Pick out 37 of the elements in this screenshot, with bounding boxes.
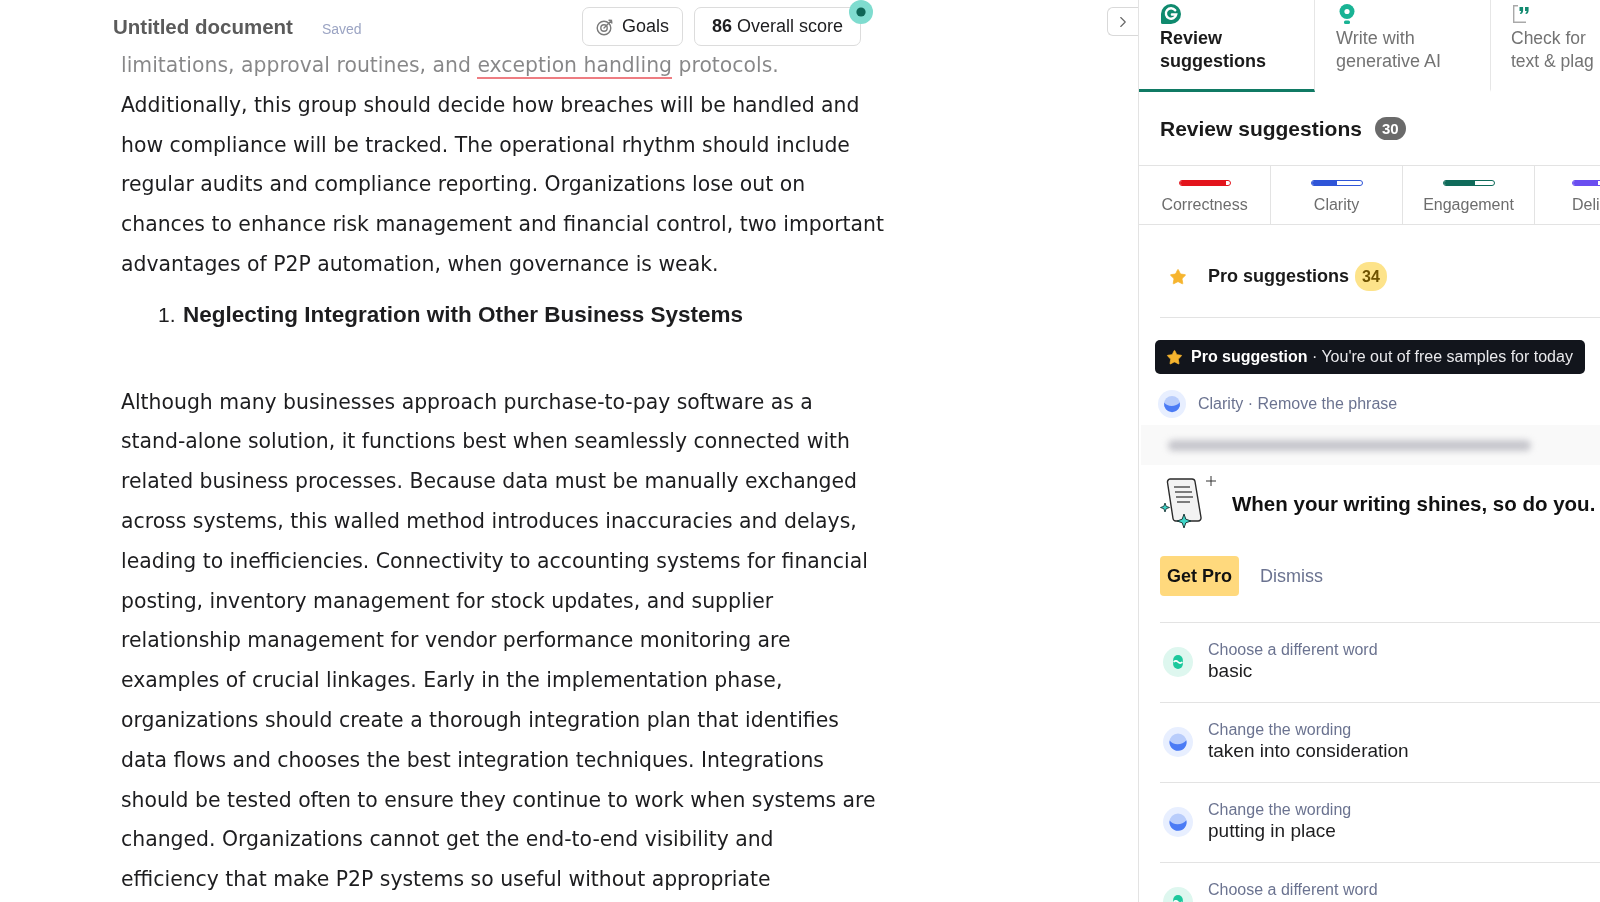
suggestion-category: Choose a different word	[1208, 880, 1378, 899]
panel-tab[interactable]: Review suggestions	[1139, 0, 1315, 92]
crescent-icon	[1163, 727, 1193, 757]
suggestion-category: Choose a different word	[1208, 640, 1378, 659]
suggestion-phrase[interactable]: basic	[1208, 659, 1378, 683]
suggestion-count-badge: 30	[1374, 117, 1406, 140]
suggestion-category: Clarity · Remove the phrase	[1198, 395, 1398, 413]
pro-banner-text: Pro suggestion · You're out of free samples for today	[1191, 348, 1573, 366]
overall-score-button[interactable]: 86 Overall score	[694, 7, 862, 46]
list-number: 1.	[158, 301, 177, 328]
suggestion-phrase[interactable]: taken into consideration	[1208, 739, 1409, 763]
goals-button[interactable]: Goals	[582, 7, 684, 46]
get-pro-button[interactable]: Get Pro	[1160, 556, 1239, 596]
section-heading: Neglecting Integration with Other Business Systems	[183, 300, 744, 329]
promo-headline: When your writing shines, so do you.	[1232, 492, 1596, 516]
collapse-panel-button[interactable]	[1107, 7, 1138, 36]
pro-suggestions-label: Pro suggestions	[1208, 266, 1350, 287]
star-icon	[1166, 348, 1183, 366]
crescent-icon	[1163, 807, 1193, 837]
save-status: Saved	[321, 20, 362, 37]
crescent-icon	[1158, 390, 1186, 418]
paragraph: Although many businesses approach purchase-to-pay software as a stand-alone solution, it functions best when seamlessly connected with related business processes. Because data must be manually exchanged across systems, this walled method introduces inaccuracies and delays, leading to inefficiencies. Connectivity to accounting systems for financial posting, inventory management for stock updates, and supplier relationship management for vendor performance monitoring are examples of crucial linkages. Early in the implementation phase, organizations should create a thorough integration plan that identifies data flows and chooses the best integration techniques. Integrations should be tested often to ensure they continue to work when systems are changed. Organizations cannot get the end-to-end visibility and efficiency that make P2P systems so useful without appropriate	[121, 388, 876, 894]
document-title: Untitled document	[113, 14, 293, 39]
status-dot-icon	[849, 0, 874, 24]
speech-bubble-icon	[1160, 3, 1182, 25]
pro-count-badge: 34	[1355, 262, 1387, 291]
panel-heading: Review suggestions	[1160, 116, 1362, 141]
suggestion-phrase[interactable]: putting in place	[1208, 819, 1352, 843]
flagged-phrase[interactable]: exception handling	[477, 53, 672, 79]
star-icon	[1169, 267, 1187, 286]
panel-tab[interactable]: Write with generative AI	[1315, 0, 1491, 92]
suggestion-category: Change the wording	[1208, 800, 1352, 819]
target-icon	[596, 17, 614, 36]
capsule-icon	[1163, 647, 1193, 677]
dismiss-button[interactable]: Dismiss	[1260, 565, 1323, 587]
paragraph: limitations, approval routines, and exception handling protocols. Additionally, this group should decide how breaches will be handled and how compliance will be tracked. The operational rhythm should include regular audits and compliance reporting. Organizations lose out on chances to enhance risk management and financial control, two important advantages of P2P automation, when governance is weak.	[121, 52, 884, 278]
suggestion-category: Change the wording	[1208, 720, 1353, 739]
